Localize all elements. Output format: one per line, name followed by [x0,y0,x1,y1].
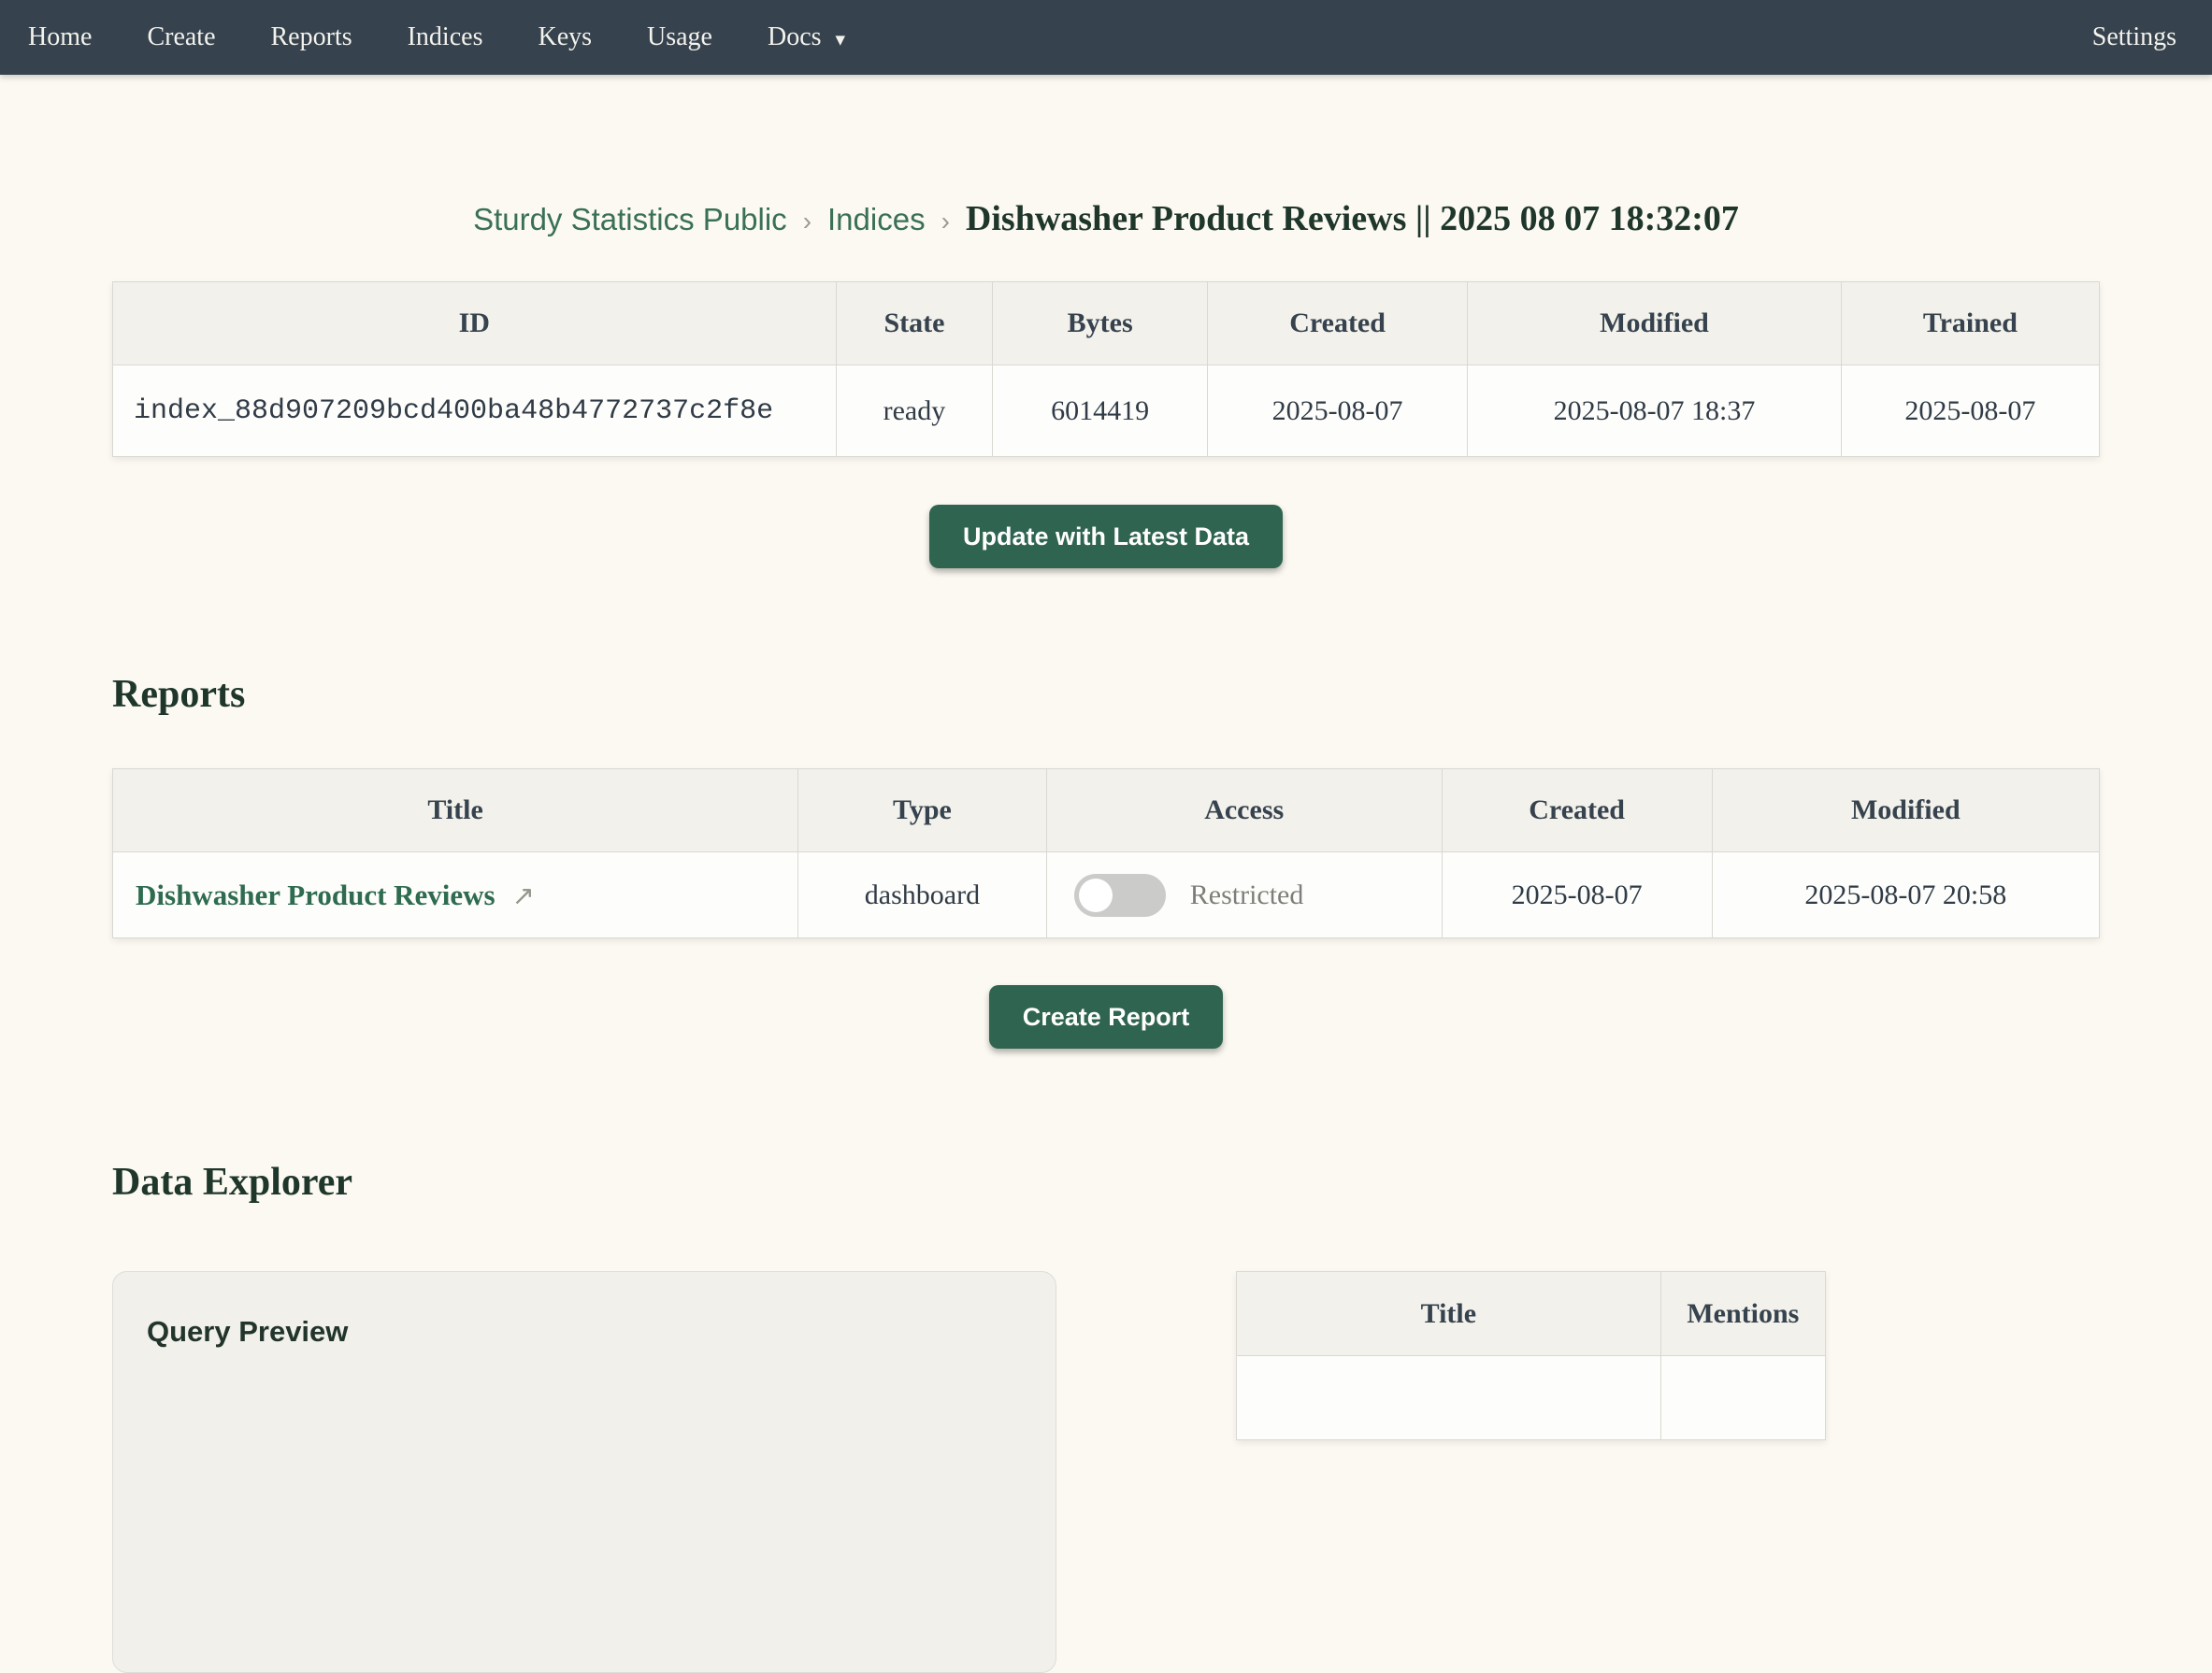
results-mentions-cell [1660,1356,1825,1440]
create-report-button-row: Create Report [112,985,2100,1049]
chevron-right-icon: › [941,207,950,236]
report-type-value: dashboard [798,852,1047,938]
chevron-right-icon: › [803,207,812,236]
nav-item-usage[interactable]: Usage [647,0,712,75]
index-table-row: index_88d907209bcd400ba48b4772737c2f8e r… [113,365,2100,457]
access-toggle[interactable] [1074,874,1166,917]
explorer-results-table: Title Mentions [1236,1271,1826,1440]
access-state-label: Restricted [1190,879,1304,911]
breadcrumb-link-root[interactable]: Sturdy Statistics Public [473,202,787,237]
report-title-cell: Dishwasher Product Reviews ↗ [113,852,798,938]
report-created-value: 2025-08-07 [1442,852,1712,938]
index-created-value: 2025-08-07 [1207,365,1467,457]
col-header-state: State [836,282,993,365]
nav-item-create[interactable]: Create [147,0,215,75]
access-control: Restricted [1048,874,1441,917]
page-content: Sturdy Statistics Public › Indices › Dis… [112,198,2100,1673]
reports-section-heading: Reports [112,665,2100,723]
data-explorer-content: Query Preview Title Mentions [112,1271,2100,1673]
col-header-modified: Modified [1468,282,1842,365]
chevron-down-icon: ▾ [836,26,846,50]
col-header-created: Created [1442,769,1712,852]
report-row: Dishwasher Product Reviews ↗ dashboard Re… [113,852,2100,938]
col-header-title: Title [113,769,798,852]
top-navbar: Home Create Reports Indices Keys Usage D… [0,0,2212,75]
index-state-value: ready [836,365,993,457]
access-toggle-knob [1079,879,1113,912]
col-header-title: Title [1237,1272,1661,1356]
col-header-mentions: Mentions [1660,1272,1825,1356]
nav-item-docs-label: Docs [768,0,822,75]
reports-table-header-row: Title Type Access Created Modified [113,769,2100,852]
report-access-cell: Restricted [1046,852,1442,938]
nav-item-reports[interactable]: Reports [271,0,352,75]
query-preview-panel: Query Preview [112,1271,1056,1673]
col-header-modified: Modified [1712,769,2099,852]
nav-item-indices[interactable]: Indices [408,0,483,75]
index-id-value: index_88d907209bcd400ba48b4772737c2f8e [113,365,837,457]
col-header-created: Created [1207,282,1467,365]
col-header-trained: Trained [1841,282,2099,365]
reports-table: Title Type Access Created Modified Dishw… [112,768,2100,938]
col-header-id: ID [113,282,837,365]
page-title: Dishwasher Product Reviews || 2025 08 07… [966,198,1739,239]
nav-item-docs-menu[interactable]: Docs ▾ [768,0,845,75]
nav-item-home[interactable]: Home [28,0,92,75]
breadcrumb: Sturdy Statistics Public › Indices › Dis… [112,198,2100,239]
query-preview-title: Query Preview [147,1315,1022,1349]
col-header-type: Type [798,769,1047,852]
update-with-latest-data-button[interactable]: Update with Latest Data [929,505,1283,568]
index-table: ID State Bytes Created Modified Trained … [112,281,2100,457]
index-table-header-row: ID State Bytes Created Modified Trained [113,282,2100,365]
index-modified-value: 2025-08-07 18:37 [1468,365,1842,457]
breadcrumb-link-indices[interactable]: Indices [827,202,926,237]
results-table-header-row: Title Mentions [1237,1272,1826,1356]
data-explorer-section-heading: Data Explorer [112,1153,2100,1211]
nav-links: Home Create Reports Indices Keys Usage D… [28,0,845,75]
report-modified-value: 2025-08-07 20:58 [1712,852,2099,938]
external-link-icon: ↗ [512,879,535,911]
update-button-row: Update with Latest Data [112,505,2100,568]
nav-item-settings[interactable]: Settings [2092,22,2176,52]
report-title-link[interactable]: Dishwasher Product Reviews [136,879,496,911]
col-header-access: Access [1046,769,1442,852]
index-bytes-value: 6014419 [993,365,1208,457]
index-trained-value: 2025-08-07 [1841,365,2099,457]
results-title-cell [1237,1356,1661,1440]
create-report-button[interactable]: Create Report [989,985,1224,1049]
col-header-bytes: Bytes [993,282,1208,365]
nav-item-keys[interactable]: Keys [538,0,592,75]
results-table-empty-row [1237,1356,1826,1440]
